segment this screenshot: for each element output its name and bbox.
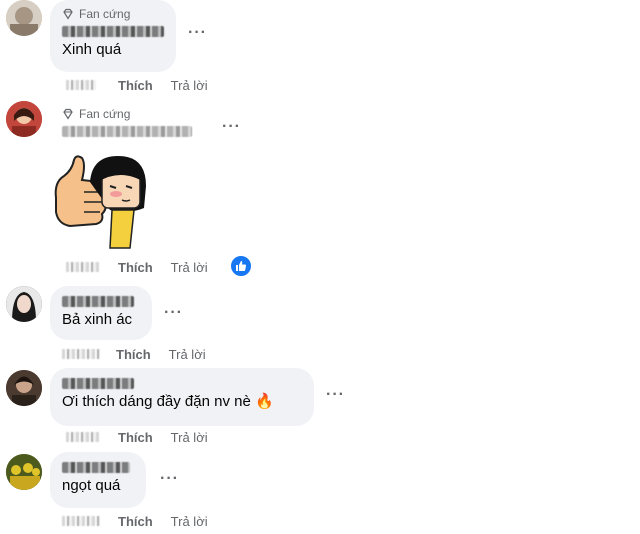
more-options-icon[interactable]: ···: [188, 24, 207, 42]
avatar[interactable]: [6, 286, 42, 322]
comment-text: Xinh quá: [62, 41, 122, 58]
like-button[interactable]: Thích: [118, 78, 153, 93]
like-reaction-icon[interactable]: [229, 254, 253, 278]
comment-timestamp[interactable]: [66, 80, 96, 90]
reply-button[interactable]: Trả lời: [171, 430, 208, 445]
like-button[interactable]: Thích: [118, 260, 153, 275]
commenter-name[interactable]: [62, 458, 134, 476]
comment-actions: Thích Trả lời: [62, 512, 208, 530]
commenter-name[interactable]: [62, 374, 302, 392]
commenter-name[interactable]: [62, 122, 192, 140]
thumbs-up-girl-sticker: [50, 152, 160, 252]
avatar[interactable]: [6, 101, 42, 137]
comment-bubble: Ơi thích dáng đầy đặn nv nè 🔥: [50, 368, 314, 426]
comment-timestamp[interactable]: [62, 516, 100, 526]
top-fan-badge: Fan cứng: [62, 106, 186, 122]
comment-bubble: Fan cứng Xinh quá: [50, 0, 176, 72]
comment-text: Ơi thích dáng đầy đặn nv nè 🔥: [62, 393, 274, 410]
comment-bubble: ngọt quá: [50, 452, 146, 508]
reply-button[interactable]: Trả lời: [171, 514, 208, 529]
diamond-icon: [63, 8, 73, 20]
more-options-icon[interactable]: ···: [222, 118, 241, 136]
comment-actions: Thích Trả lời: [62, 345, 206, 363]
more-options-icon[interactable]: ···: [164, 304, 183, 322]
comment-actions: Thích Trả lời: [66, 258, 208, 276]
comment-timestamp[interactable]: [66, 262, 100, 272]
diamond-icon: [63, 108, 73, 120]
badge-label: Fan cứng: [79, 107, 131, 121]
reply-button[interactable]: Trả lời: [169, 347, 206, 362]
avatar[interactable]: [6, 370, 42, 406]
commenter-name[interactable]: [62, 292, 140, 310]
more-options-icon[interactable]: ···: [326, 386, 345, 404]
commenter-name[interactable]: [62, 22, 164, 40]
comment-actions: Thích Trả lời: [66, 428, 208, 446]
reply-button[interactable]: Trả lời: [171, 78, 208, 93]
comment-bubble: Bả xinh ác: [50, 286, 152, 340]
comment-text: ngọt quá: [62, 477, 121, 494]
reply-button[interactable]: Trả lời: [171, 260, 208, 275]
avatar[interactable]: [6, 0, 42, 36]
badge-label: Fan cứng: [79, 7, 131, 21]
top-fan-badge: Fan cứng: [62, 6, 164, 22]
like-button[interactable]: Thích: [118, 514, 153, 529]
comment-actions: Thích Trả lời: [66, 76, 208, 94]
like-button[interactable]: Thích: [118, 430, 153, 445]
comment-timestamp[interactable]: [62, 349, 100, 359]
more-options-icon[interactable]: ···: [160, 470, 179, 488]
avatar[interactable]: [6, 454, 42, 490]
comment-text: Bả xinh ác: [62, 311, 133, 328]
comment-timestamp[interactable]: [66, 432, 100, 442]
like-button[interactable]: Thích: [116, 347, 151, 362]
comment-bubble: Fan cứng: [50, 102, 198, 146]
